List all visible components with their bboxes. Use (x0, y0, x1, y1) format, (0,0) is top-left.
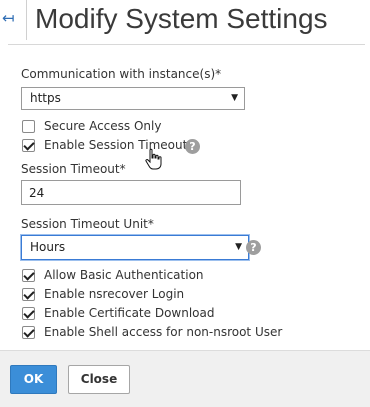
communication-select[interactable]: https ▼ (21, 87, 245, 110)
session-timeout-unit-help-icon[interactable]: ? (246, 240, 261, 255)
session-timeout-label: Session Timeout* (21, 162, 126, 176)
header-divider (26, 0, 27, 40)
allow-basic-auth-label: Allow Basic Authentication (44, 268, 204, 282)
enable-cert-download-label: Enable Certificate Download (44, 306, 215, 320)
enable-nsrecover-checkbox[interactable] (22, 288, 35, 301)
secure-access-only-label: Secure Access Only (44, 119, 162, 133)
secure-access-only-checkbox[interactable] (22, 120, 35, 133)
session-timeout-input[interactable] (21, 180, 241, 205)
settings-form: Communication with instance(s)* https ▼ … (8, 44, 365, 351)
communication-label: Communication with instance(s)* (21, 67, 222, 81)
page-title: Modify System Settings (35, 3, 328, 34)
close-button[interactable]: Close (68, 365, 130, 394)
dialog-footer: OK Close (0, 350, 370, 407)
communication-select-value: https (30, 91, 61, 105)
back-arrow-icon[interactable]: ↤ (2, 8, 16, 28)
dropdown-caret-icon: ▼ (231, 93, 238, 103)
enable-cert-download-checkbox[interactable] (22, 307, 35, 320)
allow-basic-auth-checkbox[interactable] (22, 269, 35, 282)
enable-session-timeout-checkbox[interactable] (22, 139, 35, 152)
enable-shell-access-checkbox[interactable] (22, 326, 35, 339)
dropdown-caret-icon: ▼ (235, 242, 242, 252)
enable-nsrecover-label: Enable nsrecover Login (44, 287, 185, 301)
enable-session-timeout-label: Enable Session Timeout (44, 138, 188, 152)
enable-shell-access-label: Enable Shell access for non-nsroot User (44, 325, 283, 339)
session-timeout-unit-select[interactable]: Hours ▼ (21, 235, 249, 260)
ok-button[interactable]: OK (10, 365, 57, 394)
session-timeout-help-icon[interactable]: ? (185, 139, 200, 154)
session-timeout-unit-label: Session Timeout Unit* (21, 217, 154, 231)
header: ↤ Modify System Settings (0, 0, 370, 44)
hand-pointer-cursor-icon (145, 148, 162, 170)
session-timeout-unit-value: Hours (30, 240, 66, 254)
